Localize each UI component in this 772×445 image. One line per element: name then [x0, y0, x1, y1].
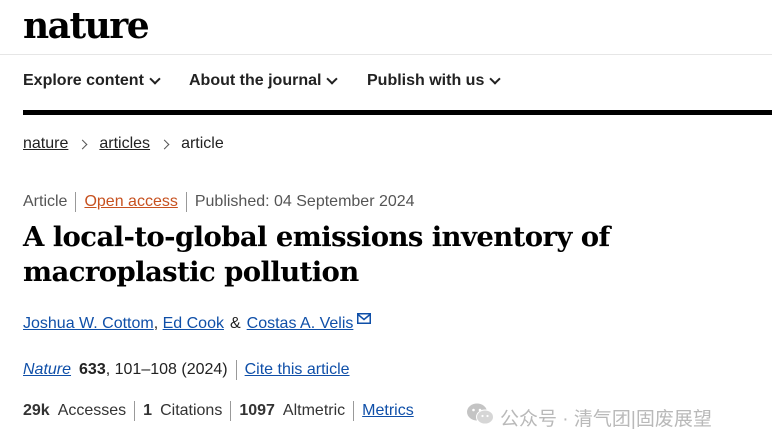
nature-logo[interactable]: nature: [23, 4, 150, 48]
chevron-down-icon: [149, 73, 161, 85]
citations-count: 1: [143, 402, 153, 419]
accesses-count: 29k: [23, 402, 50, 419]
altmetric-label: Altmetric: [282, 402, 346, 419]
nav-about-journal[interactable]: About the journal: [189, 72, 339, 90]
divider: [235, 360, 237, 380]
divider: [353, 401, 355, 421]
divider: [230, 401, 232, 421]
metrics-link[interactable]: Metrics: [362, 402, 414, 420]
nav-label: Explore content: [23, 72, 144, 89]
metrics-bar: 29k Accesses 1 Citations 1097 Altmetric …: [23, 401, 414, 421]
brand-bar: nature: [0, 0, 772, 55]
breadcrumb: nature articles article: [23, 135, 224, 153]
author-link[interactable]: Ed Cook: [163, 315, 224, 333]
open-access-link[interactable]: Open access: [84, 193, 177, 211]
author-link[interactable]: Joshua W. Cottom: [23, 315, 154, 333]
altmetric-score: 1097: [239, 402, 275, 419]
author-ampersand: &: [229, 315, 241, 332]
divider: [185, 192, 187, 212]
chevron-down-icon: [326, 73, 339, 85]
breadcrumb-articles[interactable]: articles: [99, 135, 150, 153]
citation-line: Nature 633 , 101–108 (2024) Cite this ar…: [23, 360, 350, 380]
breadcrumb-nature[interactable]: nature: [23, 135, 68, 153]
watermark-text: 公众号 · 清气团|固废展望: [500, 408, 712, 430]
divider: [134, 401, 136, 421]
article-type: Article: [23, 193, 68, 210]
cite-article-link[interactable]: Cite this article: [245, 361, 350, 379]
article-meta: Article Open access Published: 04 Septem…: [23, 192, 415, 212]
author-list: Joshua W. Cottom , Ed Cook & Costas A. V…: [23, 313, 372, 333]
chevron-right-icon: [159, 139, 170, 149]
author-separator: ,: [153, 315, 163, 332]
wechat-icon: [466, 402, 494, 432]
pages-year: , 101–108 (2024): [105, 361, 228, 378]
citations-label: Citations: [160, 402, 223, 419]
chevron-down-icon: [489, 73, 502, 85]
author-link[interactable]: Costas A. Velis: [247, 315, 354, 333]
published-date: Published: 04 September 2024: [194, 193, 415, 210]
nav-label: Publish with us: [367, 72, 485, 89]
nav-publish-with-us[interactable]: Publish with us: [367, 72, 502, 90]
header-rule: [23, 110, 772, 115]
main-nav: Explore content About the journal Publis…: [0, 55, 772, 110]
mail-icon[interactable]: [357, 311, 372, 329]
nav-label: About the journal: [189, 72, 322, 89]
journal-link[interactable]: Nature: [23, 361, 71, 379]
nav-explore-content[interactable]: Explore content: [23, 72, 161, 90]
article-title: A local-to-global emissions inventory of…: [23, 221, 610, 288]
breadcrumb-current: article: [181, 135, 224, 152]
volume: 633: [79, 361, 106, 378]
divider: [75, 192, 77, 212]
watermark: 公众号 · 清气团|固废展望: [466, 402, 712, 432]
accesses-label: Accesses: [57, 402, 127, 419]
chevron-right-icon: [77, 139, 88, 149]
